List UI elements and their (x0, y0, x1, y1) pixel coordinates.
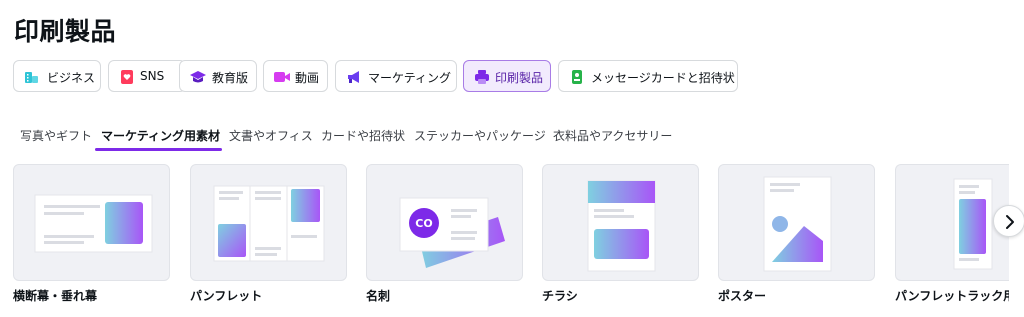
template-card-flyer[interactable] (542, 164, 699, 281)
tab-marketing-materials[interactable]: マーケティング用素材 (101, 127, 220, 144)
logo-badge: CO (415, 217, 432, 230)
card-label-flyer: チラシ (542, 289, 578, 303)
chip-label: メッセージカードと招待状 (591, 71, 735, 85)
template-card-poster[interactable] (718, 164, 875, 281)
tab-apparel-accessories[interactable]: 衣料品やアクセサリー (553, 127, 672, 144)
flyer-icon (587, 180, 656, 272)
carousel-next-button[interactable] (993, 205, 1024, 237)
chip-label: マーケティング (368, 71, 452, 85)
chip-print-products[interactable]: 印刷製品 (463, 60, 551, 92)
rack-card-icon (953, 178, 993, 270)
card-label-rack-card: パンフレットラック用 (895, 289, 1009, 303)
template-card-rack-card[interactable] (895, 164, 1009, 281)
chip-cards-invitations[interactable]: メッセージカードと招待状 (558, 60, 738, 92)
chip-label: SNS (140, 69, 165, 83)
banner-icon (34, 194, 153, 253)
active-tab-indicator (95, 148, 222, 151)
business-card-icon: CO (399, 197, 505, 268)
card-label-brochure: パンフレット (190, 289, 263, 303)
card-label-business-card: 名刺 (366, 289, 391, 303)
chip-video[interactable]: 動画 (263, 60, 328, 92)
heart-icon (121, 70, 133, 84)
poster-icon (763, 176, 832, 272)
printer-icon (475, 70, 489, 84)
card-label-banner: 横断幕・垂れ幕 (13, 289, 98, 303)
card-label-poster: ポスター (718, 289, 767, 303)
tab-documents-office[interactable]: 文書やオフィス (229, 127, 313, 144)
chevron-right-icon (1006, 215, 1014, 229)
tab-cards-invitations[interactable]: カードや招待状 (321, 127, 405, 144)
video-icon (274, 72, 290, 82)
card-icon (572, 70, 582, 84)
template-card-banner[interactable] (13, 164, 170, 281)
chip-label: 教育版 (212, 71, 249, 85)
tab-photos-gifts[interactable]: 写真やギフト (20, 127, 92, 144)
chip-sns[interactable]: SNS (108, 60, 186, 92)
template-card-brochure[interactable] (190, 164, 347, 281)
megaphone-icon (348, 71, 359, 83)
page-title: 印刷製品 (14, 17, 117, 46)
chip-marketing[interactable]: マーケティング (335, 60, 457, 92)
chip-business[interactable]: ビジネス (13, 60, 101, 92)
template-card-business-card[interactable]: CO (366, 164, 523, 281)
tab-stickers-packaging[interactable]: ステッカーやパッケージ (414, 127, 546, 144)
chip-label: 動画 (295, 71, 320, 85)
graduation-cap-icon (190, 71, 206, 83)
chip-education[interactable]: 教育版 (179, 60, 257, 92)
chip-label: 印刷製品 (495, 71, 544, 85)
business-icon (25, 72, 38, 83)
brochure-icon (213, 185, 325, 262)
chip-label: ビジネス (47, 71, 96, 85)
